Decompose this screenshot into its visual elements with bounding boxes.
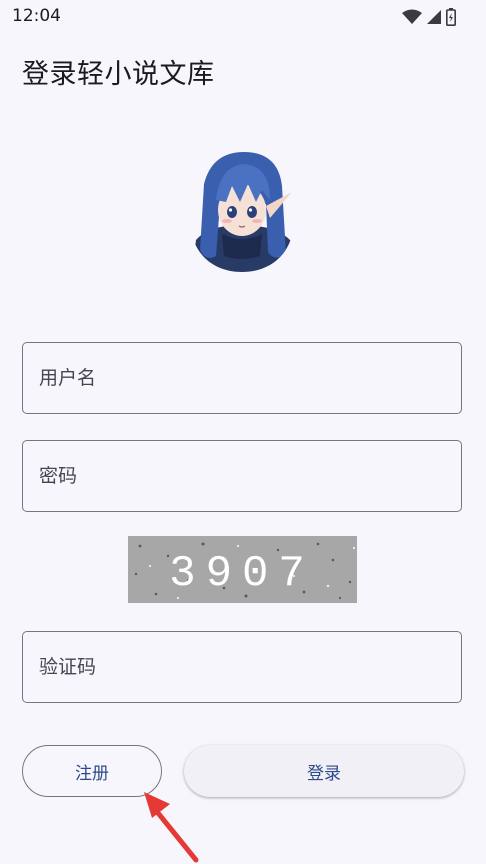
- page-title: 登录轻小说文库: [22, 59, 215, 90]
- login-screen: 12:04 登录轻小说文库 用户名 3907 验证码 注册 登录: [0, 0, 486, 864]
- wifi-icon: [402, 9, 422, 24]
- cellular-signal-icon: [427, 10, 441, 24]
- password-input[interactable]: [23, 441, 461, 511]
- avatar: [190, 150, 294, 272]
- captcha-text: 3907: [169, 549, 315, 599]
- captcha-image[interactable]: 3907: [128, 536, 357, 603]
- login-button[interactable]: 登录: [184, 745, 464, 797]
- status-icons: [402, 8, 456, 26]
- battery-icon: [446, 8, 456, 26]
- username-field[interactable]: [22, 342, 462, 414]
- captcha-input[interactable]: [23, 632, 461, 702]
- password-field[interactable]: [22, 440, 462, 512]
- status-time: 12:04: [12, 6, 61, 26]
- username-input[interactable]: [23, 343, 461, 413]
- captcha-field[interactable]: [22, 631, 462, 703]
- status-bar: 12:04: [0, 0, 486, 34]
- annotation-arrow-icon: [144, 792, 199, 863]
